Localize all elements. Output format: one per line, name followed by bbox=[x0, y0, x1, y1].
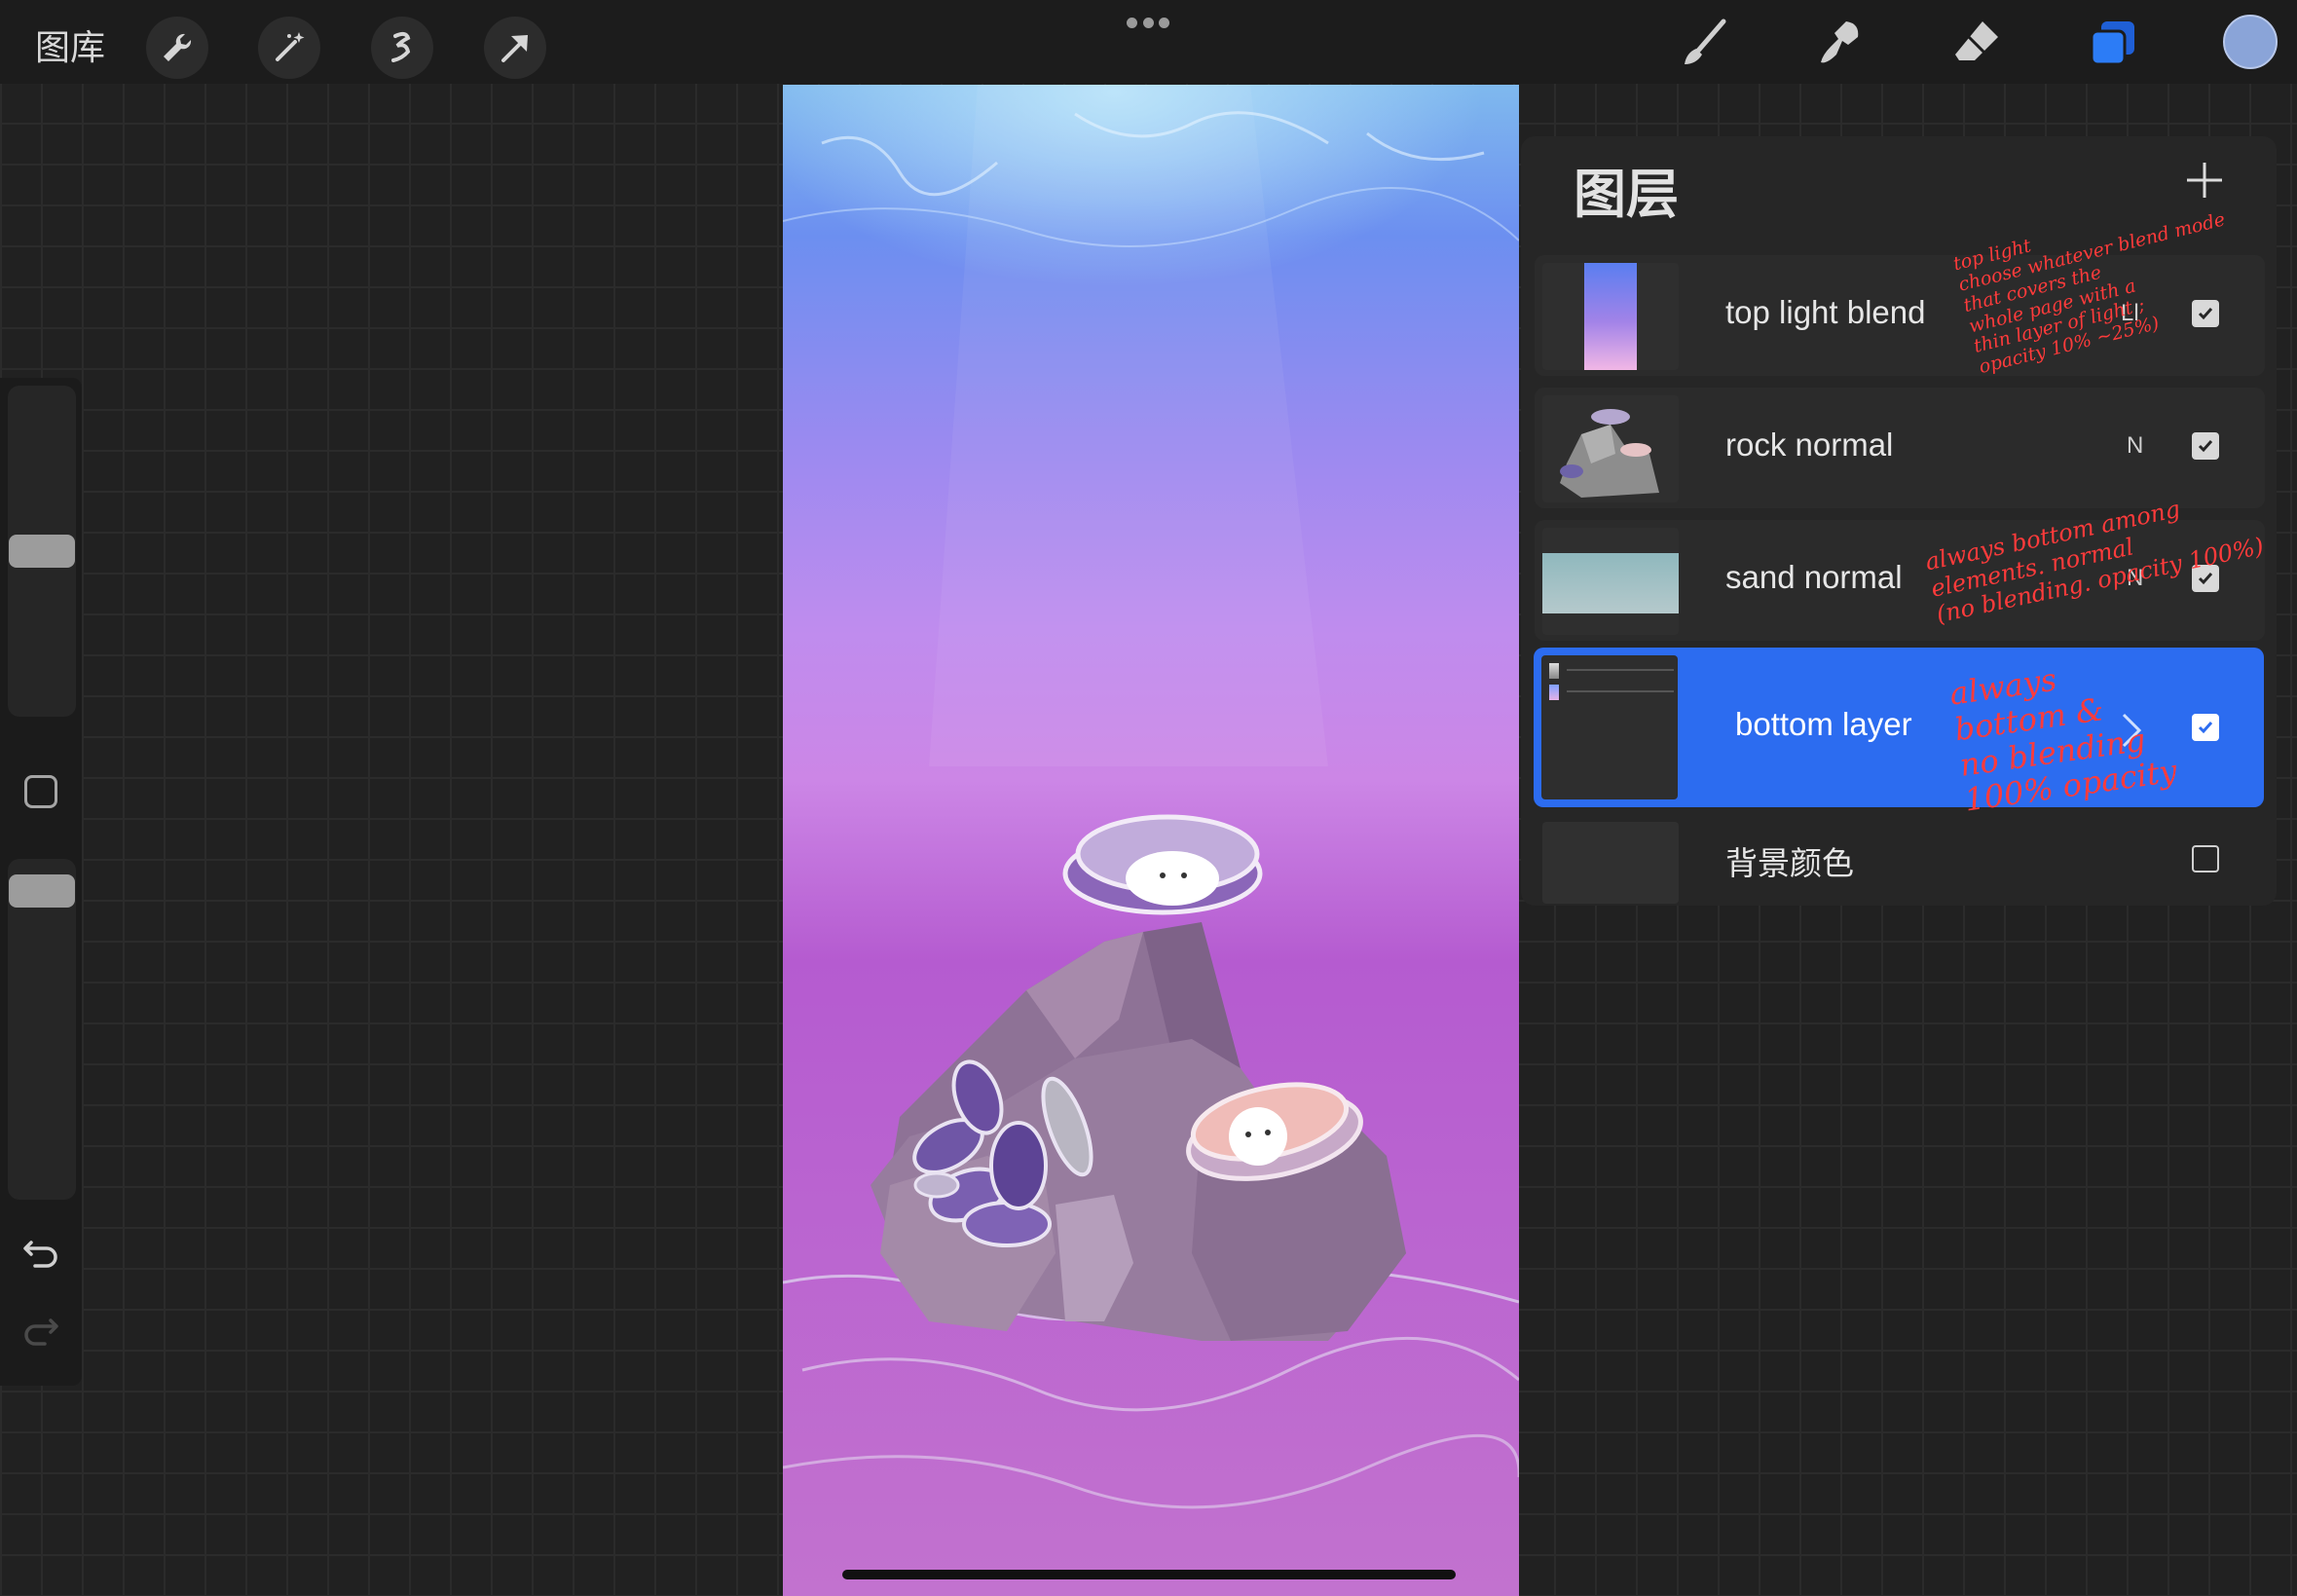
selection-button[interactable] bbox=[371, 17, 433, 79]
layer-visibility-checkbox[interactable] bbox=[2192, 714, 2219, 741]
eraser-icon bbox=[1955, 21, 1998, 60]
layer-visibility-checkbox[interactable] bbox=[2192, 845, 2219, 872]
magic-wand-icon bbox=[276, 32, 305, 61]
undo-icon[interactable] bbox=[21, 1235, 60, 1270]
layer-name: sand normal bbox=[1725, 559, 1903, 595]
drawing-canvas[interactable] bbox=[783, 85, 1519, 1596]
checkmark-icon bbox=[2198, 722, 2213, 734]
transform-button[interactable] bbox=[484, 17, 546, 79]
layer-name: 背景颜色 bbox=[1725, 844, 1854, 882]
more-options-icon[interactable] bbox=[1127, 18, 1169, 29]
top-shell-illustration bbox=[1062, 814, 1263, 915]
layer-row-background-color[interactable]: 背景颜色 bbox=[1535, 814, 2265, 906]
eraser-tool[interactable] bbox=[1947, 14, 2006, 72]
wrench-icon bbox=[164, 33, 192, 61]
color-picker-button[interactable] bbox=[2223, 15, 2278, 69]
layer-row-rock-normal[interactable]: rock normal N bbox=[1535, 388, 2265, 508]
layer-thumbnail bbox=[1542, 822, 1679, 904]
layer-thumbnail bbox=[1541, 655, 1678, 799]
side-bar bbox=[0, 378, 82, 1386]
layer-name: bottom layer bbox=[1735, 706, 1912, 742]
opacity-slider[interactable] bbox=[8, 859, 76, 1200]
redo-icon[interactable] bbox=[21, 1313, 60, 1348]
layers-icon bbox=[2090, 21, 2134, 66]
selection-icon bbox=[391, 31, 411, 62]
smudge-tool[interactable] bbox=[1811, 14, 1870, 72]
layer-name: rock normal bbox=[1725, 427, 1894, 463]
blend-mode-label[interactable]: N bbox=[2127, 432, 2143, 460]
modify-button[interactable] bbox=[24, 775, 57, 808]
transform-arrow-icon bbox=[501, 35, 528, 62]
opacity-thumb[interactable] bbox=[9, 873, 75, 908]
brush-icon bbox=[1685, 19, 1726, 64]
checkmark-icon bbox=[2198, 440, 2213, 453]
layers-tool[interactable] bbox=[2084, 14, 2142, 72]
brush-size-thumb[interactable] bbox=[9, 535, 75, 568]
layer-name: top light blend bbox=[1725, 294, 1926, 330]
layer-thumbnail bbox=[1542, 263, 1679, 370]
layer-visibility-checkbox[interactable] bbox=[2192, 432, 2219, 460]
gallery-button[interactable]: 图库 bbox=[35, 19, 105, 70]
layer-thumbnail bbox=[1542, 528, 1679, 635]
actions-button[interactable] bbox=[146, 17, 208, 79]
adjustments-button[interactable] bbox=[258, 17, 320, 79]
smudge-icon bbox=[1821, 21, 1859, 63]
home-indicator bbox=[842, 1570, 1456, 1579]
note-bottom: always bottom & no blending 100% opacity bbox=[1946, 660, 2179, 819]
layer-thumbnail bbox=[1542, 395, 1679, 502]
layers-panel-title: 图层 bbox=[1574, 164, 1679, 225]
brush-tool[interactable] bbox=[1675, 14, 1733, 72]
